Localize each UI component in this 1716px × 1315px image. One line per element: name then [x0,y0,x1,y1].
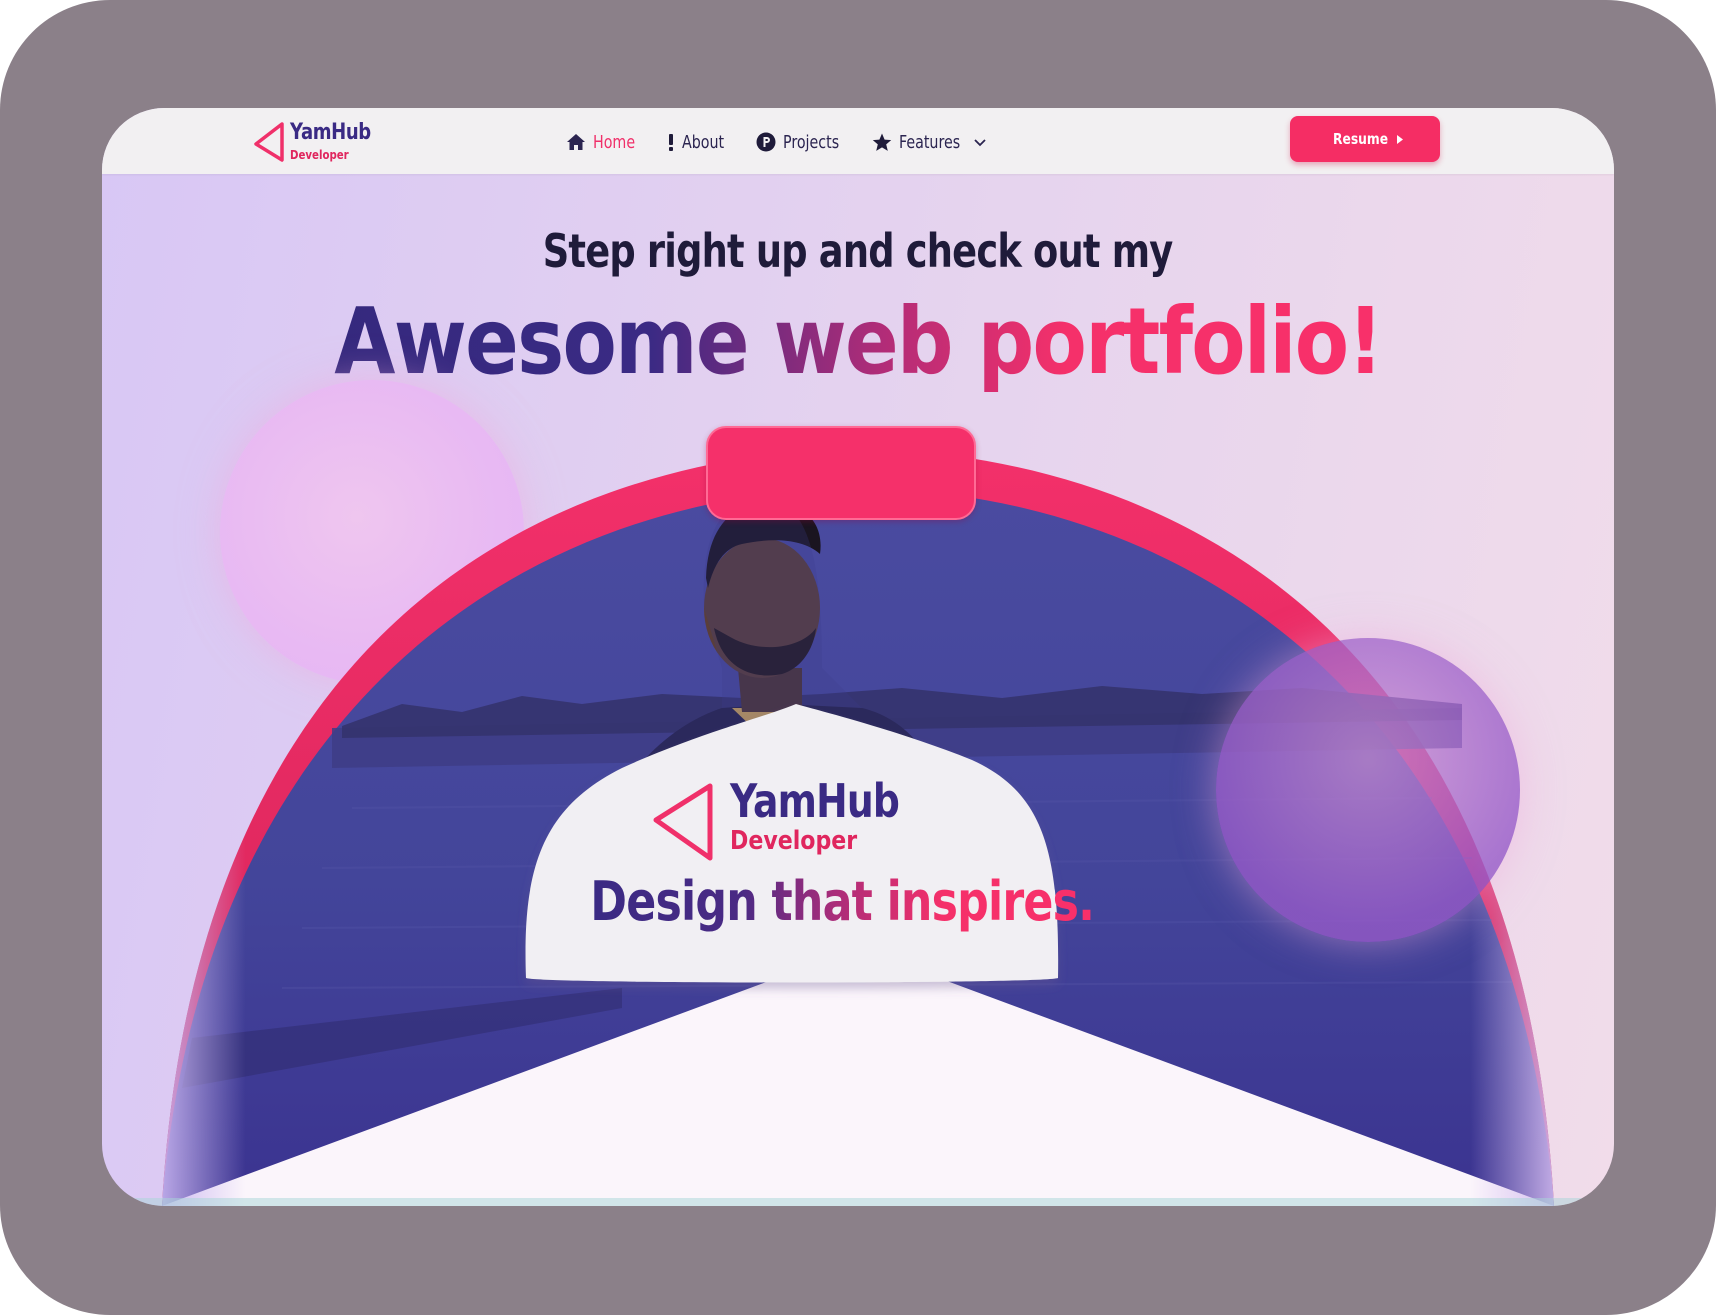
nav-item-features-label: Features [899,131,961,153]
card-logo: YamHub Developer [650,774,900,870]
p-circle-icon [756,132,776,152]
triangle-logo-icon [653,783,713,861]
navbar-logo[interactable]: YamHub Developer [252,114,382,166]
star-icon [872,133,892,152]
nav-item-home-label: Home [593,131,636,153]
nav-item-projects-label: Projects [782,131,839,153]
nav-item-about-label: About [681,131,724,153]
nav-item-home[interactable]: Home [566,132,641,153]
nav-item-about[interactable]: About [667,132,730,153]
brand-card [525,704,1059,983]
browser-screen: YamHub Developer Home About Projects Fea… [102,108,1614,1206]
device-frame: YamHub Developer Home About Projects Fea… [0,0,1716,1315]
triangle-logo-icon [254,122,284,162]
card-tagline: Design that inspires. [522,870,1162,933]
navbar-logo-name: YamHub [290,120,371,145]
nav-menu: Home About Projects Features [566,128,1013,156]
home-icon [566,133,586,151]
caret-right-icon [1396,134,1403,144]
nav-item-features[interactable]: Features [872,132,987,153]
exclamation-icon [667,133,675,151]
chevron-down-icon [973,137,987,147]
card-logo-role: Developer [730,826,858,856]
resume-button[interactable]: Resume [1290,116,1440,162]
card-tagline-text: Design that inspires. [590,870,1095,933]
navbar-logo-role: Developer [290,148,349,162]
bottom-edge [102,1198,1614,1206]
nav-item-projects[interactable]: Projects [756,132,847,153]
card-logo-name: YamHub [730,774,900,828]
navbar: YamHub Developer Home About Projects Fea… [102,108,1614,174]
resume-button-label: Resume [1333,130,1389,148]
